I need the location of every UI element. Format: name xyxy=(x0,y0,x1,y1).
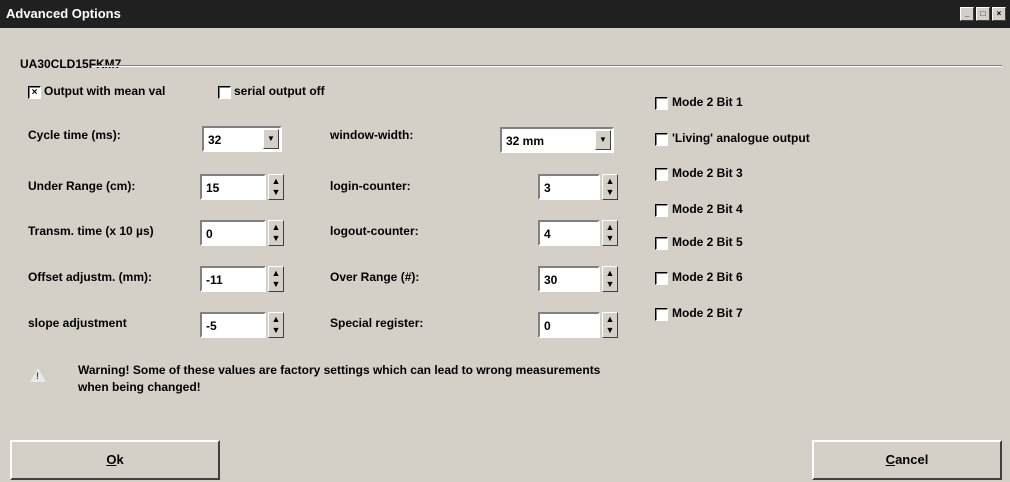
slope-value: -5 xyxy=(206,319,217,333)
minimize-button[interactable]: _ xyxy=(960,7,974,21)
mode2-bit7-checkbox[interactable] xyxy=(655,308,668,321)
cancel-button[interactable]: Cancel xyxy=(812,440,1002,480)
serial-output-off-label: serial output off xyxy=(234,84,325,98)
group-divider xyxy=(92,65,1002,67)
mode2-bit6-checkbox[interactable] xyxy=(655,272,668,285)
under-range-label: Under Range (cm): xyxy=(28,179,136,193)
cancel-label: ancel xyxy=(895,452,929,467)
login-counter-input[interactable]: 3 xyxy=(538,174,600,200)
spin-up-icon[interactable]: ▲ xyxy=(271,268,281,278)
slope-input[interactable]: -5 xyxy=(200,312,266,338)
spin-up-icon[interactable]: ▲ xyxy=(271,222,281,232)
transm-time-value: 0 xyxy=(206,227,213,241)
window-width-select[interactable]: 32 mm ▼ xyxy=(500,127,614,153)
mode2-bit3-label: Mode 2 Bit 3 xyxy=(672,166,743,180)
living-analogue-label: 'Living' analogue output xyxy=(672,131,810,145)
spin-up-icon[interactable]: ▲ xyxy=(271,314,281,324)
over-range-value: 30 xyxy=(544,273,558,287)
advanced-options-window: Advanced Options _ □ × UA30CLD15FKM7 × O… xyxy=(0,0,1010,482)
spin-down-icon[interactable]: ▼ xyxy=(605,325,615,335)
window-title: Advanced Options xyxy=(6,6,121,21)
logout-counter-value: 4 xyxy=(544,227,551,241)
chevron-down-icon[interactable]: ▼ xyxy=(263,129,279,149)
mode2-bit5-label: Mode 2 Bit 5 xyxy=(672,235,743,249)
offset-input[interactable]: -11 xyxy=(200,266,266,292)
offset-spinner[interactable]: ▲ ▼ xyxy=(268,266,284,292)
mode2-bit4-label: Mode 2 Bit 4 xyxy=(672,202,743,216)
logout-counter-spinner[interactable]: ▲ ▼ xyxy=(602,220,618,246)
title-bar[interactable]: Advanced Options _ □ × xyxy=(0,0,1010,28)
transm-time-input[interactable]: 0 xyxy=(200,220,266,246)
mode2-bit7-label: Mode 2 Bit 7 xyxy=(672,306,743,320)
mode2-bit5-checkbox[interactable] xyxy=(655,237,668,250)
special-register-spinner[interactable]: ▲ ▼ xyxy=(602,312,618,338)
close-button[interactable]: × xyxy=(992,7,1006,21)
login-counter-spinner[interactable]: ▲ ▼ xyxy=(602,174,618,200)
login-counter-label: login-counter: xyxy=(330,179,411,193)
mode2-bit1-label: Mode 2 Bit 1 xyxy=(672,95,743,109)
mean-value-label: Output with mean val xyxy=(44,84,166,98)
warning-message: Warning! Some of these values are factor… xyxy=(78,362,838,396)
offset-label: Offset adjustm. (mm): xyxy=(28,270,153,284)
special-register-label: Special register: xyxy=(330,316,424,330)
logout-counter-input[interactable]: 4 xyxy=(538,220,600,246)
over-range-input[interactable]: 30 xyxy=(538,266,600,292)
mode2-bit3-checkbox[interactable] xyxy=(655,168,668,181)
special-register-value: 0 xyxy=(544,319,551,333)
chevron-down-icon[interactable]: ▼ xyxy=(595,130,611,150)
warning-line-1: Warning! Some of these values are factor… xyxy=(78,363,601,377)
transm-time-spinner[interactable]: ▲ ▼ xyxy=(268,220,284,246)
mode2-bit4-checkbox[interactable] xyxy=(655,204,668,217)
over-range-spinner[interactable]: ▲ ▼ xyxy=(602,266,618,292)
login-counter-value: 3 xyxy=(544,181,551,195)
warning-mark-icon: ! xyxy=(36,371,39,381)
spin-down-icon[interactable]: ▼ xyxy=(605,233,615,243)
offset-value: -11 xyxy=(206,273,223,287)
window-width-label: window-width: xyxy=(330,128,414,142)
spin-up-icon[interactable]: ▲ xyxy=(605,268,615,278)
cycle-time-select[interactable]: 32 ▼ xyxy=(202,126,282,152)
under-range-spinner[interactable]: ▲ ▼ xyxy=(268,174,284,200)
ok-button[interactable]: Ok xyxy=(10,440,220,480)
logout-counter-label: logout-counter: xyxy=(330,224,419,238)
window-controls: _ □ × xyxy=(960,7,1006,21)
spin-down-icon[interactable]: ▼ xyxy=(605,187,615,197)
spin-down-icon[interactable]: ▼ xyxy=(271,187,281,197)
serial-output-off-checkbox[interactable] xyxy=(218,86,231,99)
under-range-value: 15 xyxy=(206,181,220,195)
spin-down-icon[interactable]: ▼ xyxy=(271,279,281,289)
warning-line-2: when being changed! xyxy=(78,380,201,394)
under-range-input[interactable]: 15 xyxy=(200,174,266,200)
ok-label: k xyxy=(116,452,124,467)
ok-mnemonic: O xyxy=(106,452,117,467)
living-analogue-checkbox[interactable] xyxy=(655,133,668,146)
special-register-input[interactable]: 0 xyxy=(538,312,600,338)
spin-up-icon[interactable]: ▲ xyxy=(605,314,615,324)
slope-spinner[interactable]: ▲ ▼ xyxy=(268,312,284,338)
spin-up-icon[interactable]: ▲ xyxy=(605,176,615,186)
slope-label: slope adjustment xyxy=(28,316,127,330)
spin-down-icon[interactable]: ▼ xyxy=(271,233,281,243)
spin-up-icon[interactable]: ▲ xyxy=(271,176,281,186)
spin-up-icon[interactable]: ▲ xyxy=(605,222,615,232)
spin-down-icon[interactable]: ▼ xyxy=(605,279,615,289)
transm-time-label: Transm. time (x 10 µs) xyxy=(28,224,154,238)
cycle-time-value: 32 xyxy=(208,133,222,147)
spin-down-icon[interactable]: ▼ xyxy=(271,325,281,335)
cancel-mnemonic: C xyxy=(885,452,896,467)
cycle-time-label: Cycle time (ms): xyxy=(28,128,121,142)
window-width-value: 32 mm xyxy=(506,134,545,148)
mode2-bit6-label: Mode 2 Bit 6 xyxy=(672,270,743,284)
maximize-button[interactable]: □ xyxy=(976,7,990,21)
device-name: UA30CLD15FKM7 xyxy=(20,57,122,71)
over-range-label: Over Range (#): xyxy=(330,270,420,284)
mode2-bit1-checkbox[interactable] xyxy=(655,97,668,110)
mean-value-checkbox[interactable]: × xyxy=(28,86,41,99)
